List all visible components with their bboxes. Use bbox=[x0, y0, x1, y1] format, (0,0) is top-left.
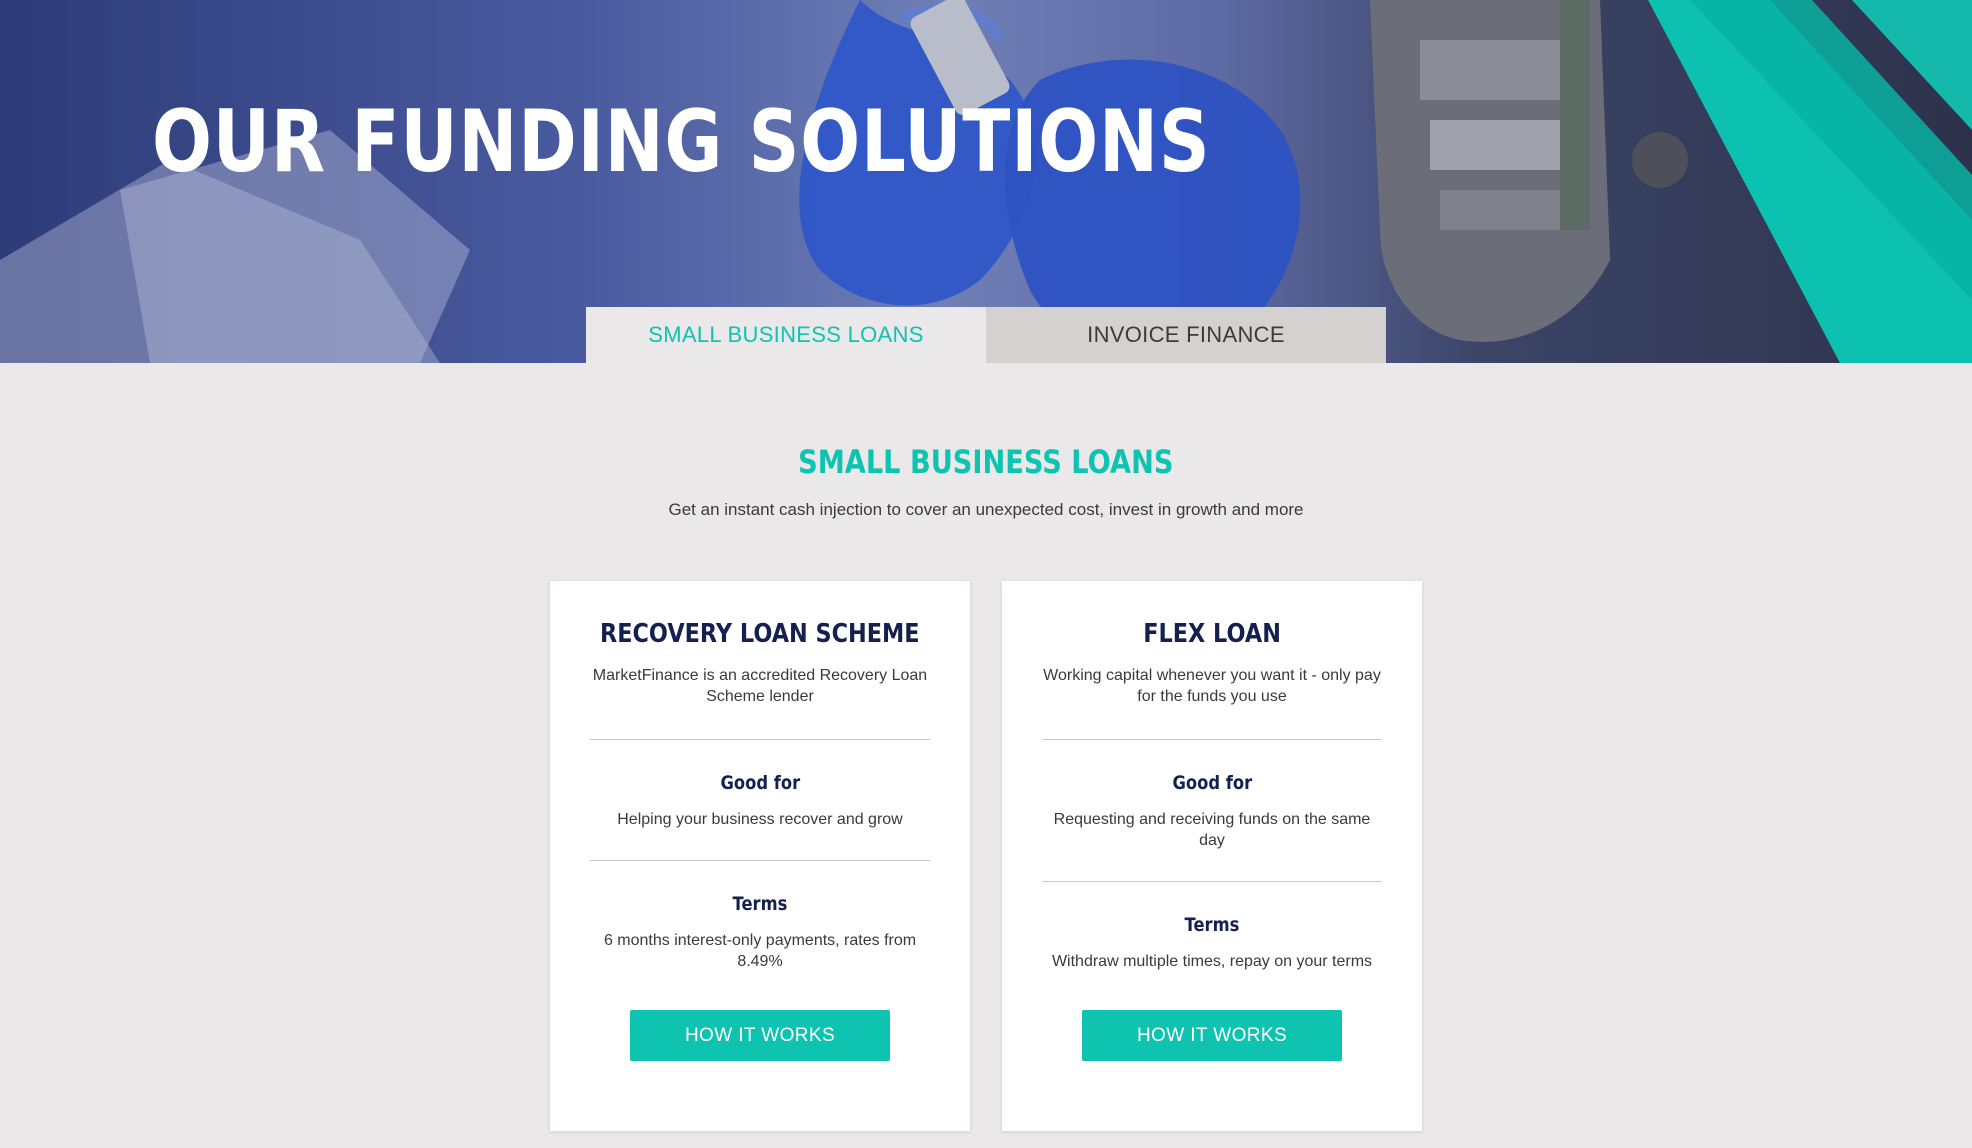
divider bbox=[1042, 739, 1382, 740]
terms-heading: Terms bbox=[1184, 914, 1240, 936]
product-tabs: SMALL BUSINESS LOANS INVOICE FINANCE bbox=[586, 307, 1386, 363]
product-card-recovery-loan: RECOVERY LOAN SCHEME MarketFinance is an… bbox=[550, 581, 970, 1131]
terms-text: Withdraw multiple times, repay on your t… bbox=[1051, 953, 1373, 970]
good-for-text: Requesting and receiving funds on the sa… bbox=[1053, 811, 1371, 849]
card-description: Working capital whenever you want it - o… bbox=[1043, 667, 1381, 705]
good-for-heading: Good for bbox=[720, 772, 800, 794]
good-for-text: Helping your business recover and grow bbox=[617, 811, 903, 828]
card-description: MarketFinance is an accredited Recovery … bbox=[592, 667, 928, 705]
section-subtitle: Get an instant cash injection to cover a… bbox=[668, 500, 1304, 519]
tab-invoice-finance[interactable]: INVOICE FINANCE bbox=[986, 307, 1386, 363]
page-title: OUR FUNDING SOLUTIONS bbox=[152, 92, 1211, 192]
how-it-works-button[interactable]: HOW IT WORKS bbox=[1082, 1010, 1342, 1061]
tab-small-business-loans[interactable]: SMALL BUSINESS LOANS bbox=[586, 307, 986, 363]
product-card-flex-loan: FLEX LOAN Working capital whenever you w… bbox=[1002, 581, 1422, 1131]
card-title: RECOVERY LOAN SCHEME bbox=[600, 619, 920, 649]
divider bbox=[1042, 881, 1382, 882]
terms-text: 6 months interest-only payments, rates f… bbox=[603, 932, 917, 970]
how-it-works-button[interactable]: HOW IT WORKS bbox=[630, 1010, 890, 1061]
divider bbox=[590, 739, 930, 740]
terms-heading: Terms bbox=[732, 893, 788, 915]
divider bbox=[590, 860, 930, 861]
card-title: FLEX LOAN bbox=[1143, 619, 1281, 649]
section-title: SMALL BUSINESS LOANS bbox=[798, 443, 1174, 481]
good-for-heading: Good for bbox=[1172, 772, 1252, 794]
